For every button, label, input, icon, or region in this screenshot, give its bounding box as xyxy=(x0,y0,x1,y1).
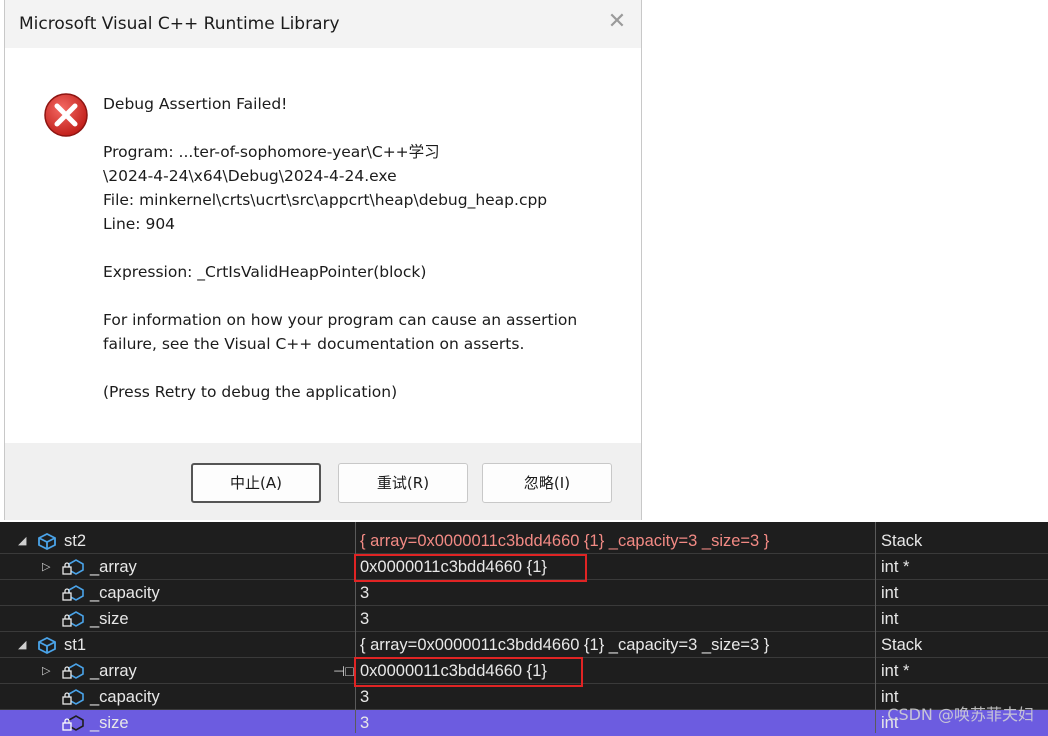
message-line-file: File: minkernel\crts\ucrt\src\appcrt\hea… xyxy=(103,191,548,209)
dialog-titlebar: Microsoft Visual C++ Runtime Library ✕ xyxy=(5,0,641,48)
watch-type: Stack xyxy=(881,636,923,654)
watch-value[interactable]: { array=0x0000011c3bdd4660 {1} _capacity… xyxy=(357,528,875,554)
watch-row-st2-capacity[interactable]: _capacity 3 int xyxy=(0,580,1048,606)
private-field-icon xyxy=(62,611,84,627)
dialog-message: Debug Assertion Failed! Program: ...ter-… xyxy=(103,92,623,404)
object-icon xyxy=(38,532,56,550)
watch-type: int * xyxy=(881,558,910,576)
expand-arrow-icon[interactable]: ▷ xyxy=(42,658,50,684)
private-field-icon xyxy=(62,689,84,705)
message-line-retry-hint: (Press Retry to debug the application) xyxy=(103,383,398,401)
watch-row-st2[interactable]: ◢ st2 { array=0x0000011c3bdd4660 {1} _ca… xyxy=(0,528,1048,554)
abort-button[interactable]: 中止(A) xyxy=(191,463,321,503)
watch-name: _capacity xyxy=(90,688,160,706)
watch-name: _array xyxy=(90,662,137,680)
watermark: CSDN @唤苏菲夫妇 xyxy=(887,705,1034,724)
watch-type: int xyxy=(881,610,899,628)
private-field-icon xyxy=(62,559,84,575)
ignore-button[interactable]: 忽略(I) xyxy=(482,463,612,503)
watch-value[interactable]: 3 xyxy=(357,710,875,736)
object-icon xyxy=(38,636,56,654)
pin-icon[interactable]: ⊣□ xyxy=(333,658,354,684)
watch-window: ◢ st2 { array=0x0000011c3bdd4660 {1} _ca… xyxy=(0,522,1048,736)
watch-row-st1[interactable]: ◢ st1 { array=0x0000011c3bdd4660 {1} _ca… xyxy=(0,632,1048,658)
retry-button[interactable]: 重试(R) xyxy=(338,463,468,503)
watch-name: _size xyxy=(90,610,129,628)
watch-value[interactable]: 3 xyxy=(357,684,875,710)
watch-name: _array xyxy=(90,558,137,576)
message-line-program: Program: ...ter-of-sophomore-year\C++学习 xyxy=(103,143,440,161)
collapse-arrow-icon[interactable]: ◢ xyxy=(18,632,26,658)
message-line-expression: Expression: _CrtIsValidHeapPointer(block… xyxy=(103,263,427,281)
error-icon xyxy=(44,93,88,137)
private-field-icon xyxy=(62,663,84,679)
message-line-line: Line: 904 xyxy=(103,215,176,233)
dialog-title: Microsoft Visual C++ Runtime Library xyxy=(19,14,340,34)
collapse-arrow-icon[interactable]: ◢ xyxy=(18,528,26,554)
expand-arrow-icon[interactable]: ▷ xyxy=(42,554,50,580)
message-line-program-path: \2024-4-24\x64\Debug\2024-4-24.exe xyxy=(103,167,397,185)
watch-row-st2-size[interactable]: _size 3 int xyxy=(0,606,1048,632)
watch-name: _capacity xyxy=(90,584,160,602)
watch-name: st1 xyxy=(64,636,87,654)
highlight-box xyxy=(354,554,587,582)
watch-value[interactable]: 3 xyxy=(357,606,875,632)
dialog-button-bar: 中止(A) 重试(R) 忽略(I) xyxy=(5,443,641,520)
watch-name: st2 xyxy=(64,532,87,550)
message-line-info-1: For information on how your program can … xyxy=(103,311,578,329)
column-separator[interactable] xyxy=(875,522,876,733)
highlight-box xyxy=(354,657,583,687)
watch-type: int * xyxy=(881,662,910,680)
watch-value[interactable]: 3 xyxy=(357,580,875,606)
assertion-dialog: Microsoft Visual C++ Runtime Library ✕ D… xyxy=(4,0,642,520)
close-icon[interactable]: ✕ xyxy=(605,10,629,34)
private-field-icon xyxy=(62,715,84,731)
watch-name: _size xyxy=(90,714,129,732)
watch-value[interactable]: { array=0x0000011c3bdd4660 {1} _capacity… xyxy=(357,632,875,658)
watch-type: int xyxy=(881,584,899,602)
watch-type: Stack xyxy=(881,532,923,550)
message-line-info-2: failure, see the Visual C++ documentatio… xyxy=(103,335,525,353)
private-field-icon xyxy=(62,585,84,601)
message-line-heading: Debug Assertion Failed! xyxy=(103,95,288,113)
